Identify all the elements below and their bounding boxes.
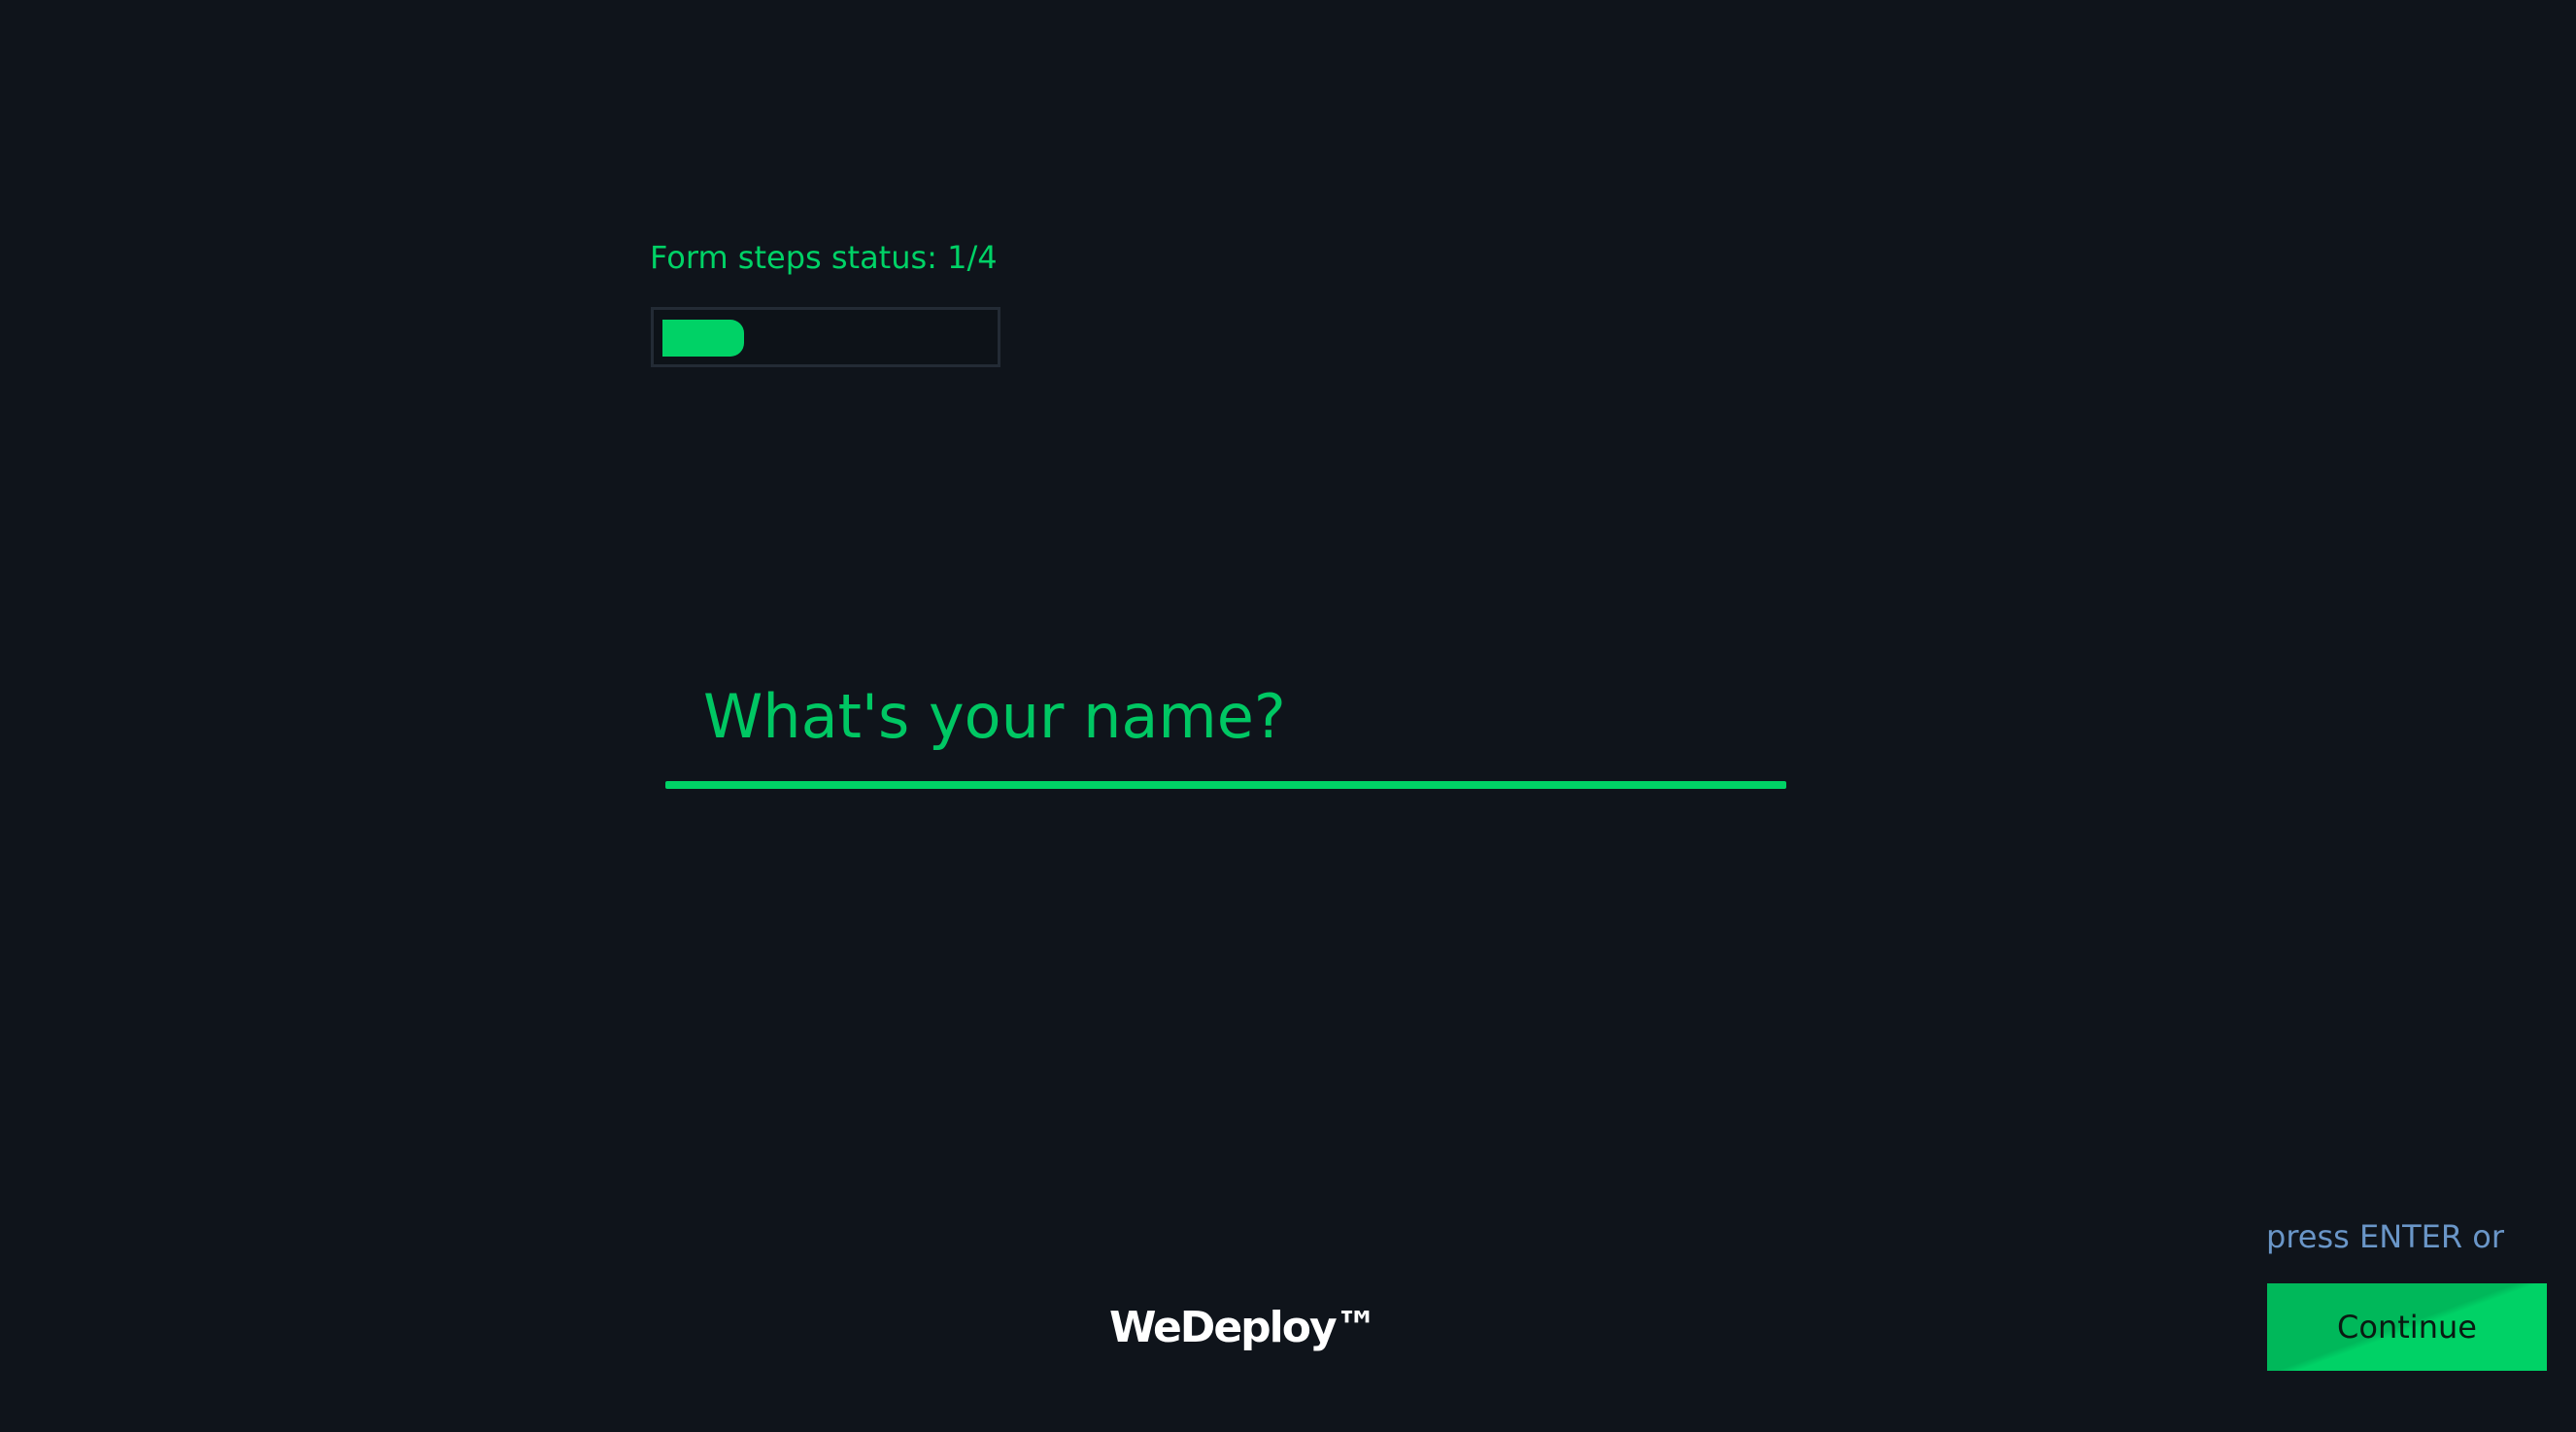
continue-button[interactable]: Continue — [2267, 1283, 2547, 1371]
form-progress-fill — [662, 320, 744, 357]
form-steps-status: Form steps status: 1/4 — [650, 239, 998, 276]
wedeploy-logo: WeDeploy™ — [1109, 1303, 1378, 1352]
name-input-underline — [665, 781, 1786, 789]
enter-hint: press ENTER or — [2266, 1218, 2505, 1255]
form-progress-bar — [651, 307, 1000, 367]
name-question-field — [665, 651, 1786, 791]
name-input[interactable] — [665, 651, 1786, 781]
